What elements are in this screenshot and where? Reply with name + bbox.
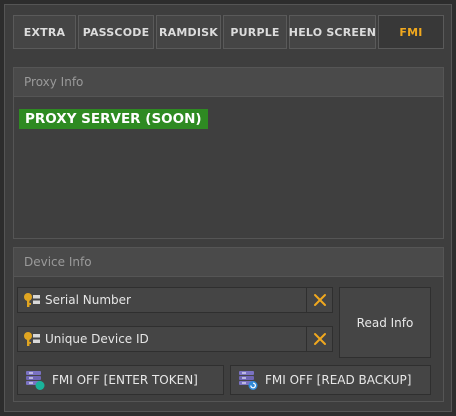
proxy-info-panel: Proxy Info PROXY SERVER (SOON) xyxy=(13,67,444,239)
read-info-label: Read Info xyxy=(356,315,414,330)
database-token-icon xyxy=(26,371,45,390)
tab-bar: EXTRA PASSCODE RAMDISK PURPLE HELO SCREE… xyxy=(13,15,444,49)
fmi-token-label: FMI OFF [ENTER TOKEN] xyxy=(52,373,198,387)
unique-device-id-text: Unique Device ID xyxy=(45,332,149,346)
fmi-off-read-backup-button[interactable]: FMI OFF [READ BACKUP] xyxy=(230,365,431,395)
serial-number-field[interactable]: Serial Number xyxy=(17,287,333,313)
read-info-button[interactable]: Read Info xyxy=(339,287,431,358)
serial-number-text: Serial Number xyxy=(45,293,131,307)
tab-helo-screen[interactable]: HELO SCREEN xyxy=(289,15,376,49)
tab-fmi[interactable]: FMI xyxy=(378,15,444,49)
key-icon xyxy=(24,332,40,346)
key-icon xyxy=(24,293,40,307)
serial-clear-button[interactable] xyxy=(306,288,332,312)
tab-extra[interactable]: EXTRA xyxy=(13,15,76,49)
close-icon xyxy=(313,333,326,345)
proxy-status-label: PROXY SERVER (SOON) xyxy=(19,109,208,129)
device-info-title: Device Info xyxy=(14,248,443,277)
tab-ramdisk[interactable]: RAMDISK xyxy=(156,15,221,49)
tab-purple[interactable]: PURPLE xyxy=(223,15,287,49)
database-backup-icon xyxy=(239,371,258,390)
unique-device-id-field[interactable]: Unique Device ID xyxy=(17,326,333,352)
udid-clear-button[interactable] xyxy=(306,327,332,351)
fmi-backup-label: FMI OFF [READ BACKUP] xyxy=(265,373,412,387)
proxy-info-title: Proxy Info xyxy=(14,68,443,97)
fmi-off-enter-token-button[interactable]: FMI OFF [ENTER TOKEN] xyxy=(17,365,224,395)
tab-passcode[interactable]: PASSCODE xyxy=(78,15,154,49)
close-icon xyxy=(313,294,326,306)
